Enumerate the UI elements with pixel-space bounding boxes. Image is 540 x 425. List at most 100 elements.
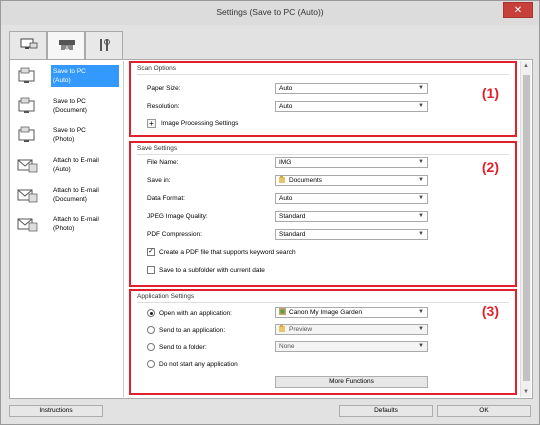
- sidebar-item-attach-email-photo[interactable]: Attach to E-mail (Photo): [15, 213, 123, 241]
- open-app-value: Canon My Image Garden: [289, 309, 362, 316]
- sidebar-label-line2: (Document): [53, 196, 87, 203]
- divider: [137, 302, 509, 303]
- app-icon: [279, 308, 286, 315]
- application-settings-section: Application Settings (3) Open with an ap…: [129, 289, 517, 395]
- no-app-radio[interactable]: [147, 360, 155, 368]
- scroll-up-icon[interactable]: ▲: [523, 63, 529, 69]
- chevron-down-icon: ▼: [418, 103, 424, 109]
- send-folder-value: None: [279, 343, 295, 350]
- open-app-label: Open with an application:: [159, 310, 232, 317]
- sidebar-item-attach-email-auto[interactable]: Attach to E-mail (Auto): [15, 154, 123, 182]
- title-bar: Settings (Save to PC (Auto)) ✕: [1, 1, 539, 25]
- pdf-keyword-label: Create a PDF file that supports keyword …: [159, 249, 296, 256]
- sidebar-item-attach-email-document[interactable]: Attach to E-mail (Document): [15, 184, 123, 212]
- send-folder-radio[interactable]: [147, 343, 155, 351]
- instructions-button[interactable]: Instructions: [9, 405, 103, 417]
- pdf-compression-dropdown[interactable]: Standard ▼: [275, 229, 428, 240]
- sidebar-item-save-to-pc-auto[interactable]: Save to PC (Auto): [15, 65, 123, 93]
- pdf-keyword-checkbox[interactable]: ✓: [147, 248, 155, 256]
- send-app-radio[interactable]: [147, 326, 155, 334]
- sidebar-divider: [123, 61, 124, 397]
- more-functions-button[interactable]: More Functions: [275, 376, 428, 388]
- send-app-value: Preview: [289, 326, 313, 333]
- jpeg-quality-value: Standard: [279, 213, 306, 220]
- save-in-dropdown[interactable]: Documents ▼: [275, 175, 428, 186]
- ok-button[interactable]: OK: [437, 405, 531, 417]
- sidebar-item-save-to-pc-photo[interactable]: Save to PC (Photo): [15, 124, 123, 152]
- file-name-dropdown[interactable]: IMG ▼: [275, 157, 428, 168]
- file-name-value: IMG: [279, 159, 292, 166]
- preview-icon: [279, 325, 285, 332]
- documents-folder-icon: [279, 176, 285, 183]
- chevron-down-icon: ▼: [418, 309, 424, 315]
- open-app-dropdown[interactable]: Canon My Image Garden ▼: [275, 307, 428, 318]
- sidebar-item-label: Attach to E-mail (Document): [51, 184, 119, 206]
- tab-scan-from-computer[interactable]: [9, 31, 47, 59]
- chevron-down-icon: ▼: [418, 326, 424, 332]
- subfolder-checkbox[interactable]: [147, 266, 155, 274]
- resolution-dropdown[interactable]: Auto ▼: [275, 101, 428, 112]
- save-settings-section: Save Settings (2) File Name: IMG ▼ Save …: [129, 141, 517, 287]
- send-folder-dropdown[interactable]: None ▼: [275, 341, 428, 352]
- chevron-down-icon: ▼: [418, 195, 424, 201]
- mail-icon: [17, 159, 38, 173]
- jpeg-quality-dropdown[interactable]: Standard ▼: [275, 211, 428, 222]
- expand-image-processing-button[interactable]: +: [147, 119, 156, 128]
- scan-from-panel-icon: [59, 40, 75, 52]
- pc-icon: [18, 67, 35, 83]
- divider: [137, 154, 509, 155]
- tab-general-settings[interactable]: [85, 31, 123, 59]
- save-settings-title: Save Settings: [137, 145, 178, 152]
- save-in-label: Save in:: [147, 177, 171, 184]
- tab-scan-from-panel[interactable]: [47, 31, 85, 62]
- sidebar-item-label: Save to PC (Auto): [51, 65, 119, 87]
- annotation-label-2: (2): [481, 159, 499, 175]
- sidebar-label-line1: Save to PC: [53, 127, 86, 134]
- open-app-radio[interactable]: [147, 309, 155, 317]
- scan-options-title: Scan Options: [137, 65, 177, 72]
- sidebar: Save to PC (Auto) Save to PC (Document): [11, 61, 123, 396]
- jpeg-quality-label: JPEG Image Quality:: [147, 213, 208, 220]
- application-settings-title: Application Settings: [137, 293, 195, 300]
- paper-size-dropdown[interactable]: Auto ▼: [275, 83, 428, 94]
- mail-icon: [17, 218, 38, 232]
- sidebar-label-line1: Attach to E-mail: [53, 187, 99, 194]
- close-button[interactable]: ✕: [503, 2, 533, 18]
- resolution-value: Auto: [279, 103, 293, 110]
- chevron-down-icon: ▼: [418, 343, 424, 349]
- window-title: Settings (Save to PC (Auto)): [216, 7, 324, 17]
- sidebar-label-line2: (Auto): [53, 166, 71, 173]
- pdf-compression-label: PDF Compression:: [147, 231, 202, 238]
- resolution-label: Resolution:: [147, 103, 180, 110]
- sidebar-label-line2: (Photo): [53, 225, 75, 232]
- defaults-button[interactable]: Defaults: [339, 405, 433, 417]
- subfolder-label: Save to a subfolder with current date: [159, 267, 265, 274]
- send-app-dropdown[interactable]: Preview ▼: [275, 324, 428, 335]
- no-app-label: Do not start any application: [159, 361, 238, 368]
- sidebar-item-label: Save to PC (Photo): [51, 124, 119, 146]
- settings-window: Settings (Save to PC (Auto)) ✕ Save to P…: [0, 0, 540, 425]
- send-app-label: Send to an application:: [159, 327, 226, 334]
- scroll-thumb[interactable]: [523, 75, 530, 381]
- image-processing-label: Image Processing Settings: [161, 120, 239, 127]
- chevron-down-icon: ▼: [418, 213, 424, 219]
- annotation-label-1: (1): [481, 85, 499, 101]
- paper-size-label: Paper Size:: [147, 85, 181, 92]
- chevron-down-icon: ▼: [418, 159, 424, 165]
- chevron-down-icon: ▼: [418, 231, 424, 237]
- scan-options-section: Scan Options (1) Paper Size: Auto ▼ Reso…: [129, 61, 517, 137]
- data-format-dropdown[interactable]: Auto ▼: [275, 193, 428, 204]
- scroll-down-icon[interactable]: ▼: [523, 389, 529, 395]
- paper-size-value: Auto: [279, 85, 293, 92]
- sidebar-item-label: Save to PC (Document): [51, 95, 119, 117]
- pc-icon: [18, 97, 35, 113]
- mail-icon: [17, 189, 38, 203]
- general-settings-icon: [100, 39, 110, 51]
- vertical-scrollbar[interactable]: ▲ ▼: [520, 61, 531, 397]
- chevron-down-icon: ▼: [418, 85, 424, 91]
- sidebar-label-line1: Attach to E-mail: [53, 216, 99, 223]
- sidebar-label-line2: (Photo): [53, 136, 75, 143]
- sidebar-label-line1: Save to PC: [53, 68, 86, 75]
- data-format-label: Data Format:: [147, 195, 185, 202]
- sidebar-item-save-to-pc-document[interactable]: Save to PC (Document): [15, 95, 123, 123]
